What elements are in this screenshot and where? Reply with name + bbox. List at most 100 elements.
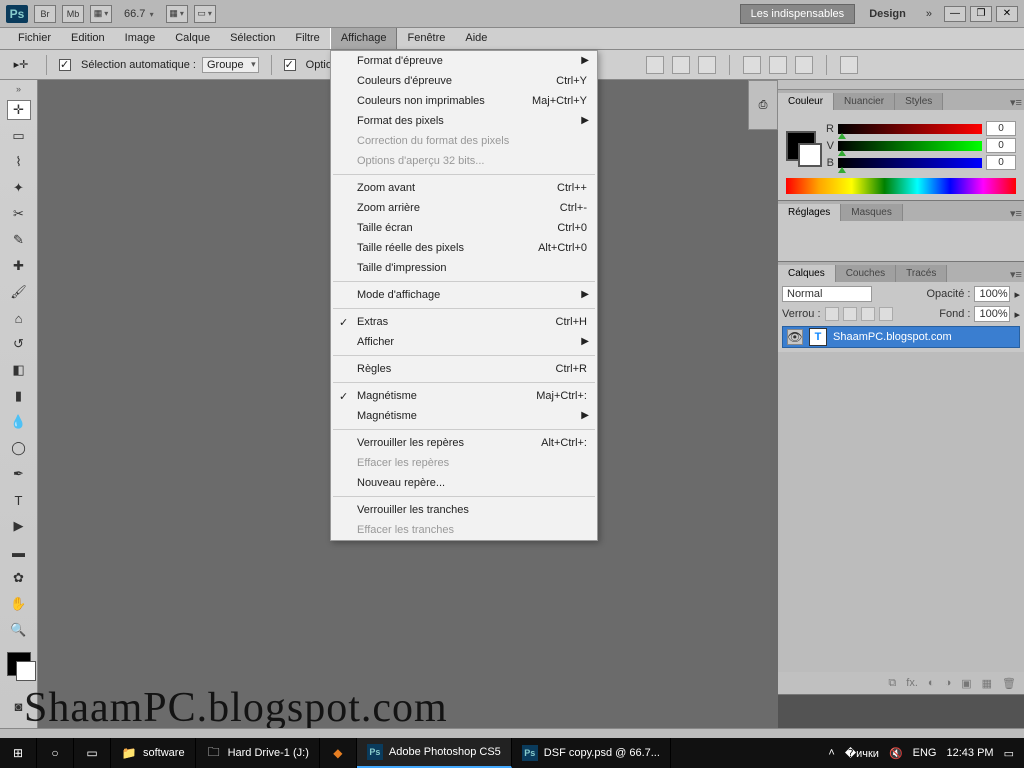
menuitem[interactable]: Format des pixels▶ bbox=[331, 111, 597, 131]
distribute-icon[interactable] bbox=[743, 56, 761, 74]
blur-tool[interactable]: 💧 bbox=[7, 412, 31, 432]
taskbar-item[interactable]: PsDSF copy.psd @ 66.7... bbox=[512, 738, 671, 768]
menuitem[interactable]: Taille d'impression bbox=[331, 258, 597, 278]
workspace-more-icon[interactable]: » bbox=[920, 8, 938, 20]
pen-tool[interactable]: ✒ bbox=[7, 464, 31, 484]
brush-tool[interactable]: 🖌 bbox=[7, 282, 31, 302]
layer-fx-icon[interactable]: fx. bbox=[906, 677, 918, 689]
tab-masques[interactable]: Masques bbox=[841, 204, 903, 221]
screen-mode-button[interactable]: ▭▾ bbox=[194, 5, 216, 23]
zoom-tool[interactable]: 🔍 bbox=[7, 620, 31, 640]
visibility-icon[interactable]: 👁 bbox=[787, 329, 803, 345]
foreground-background-swatch[interactable] bbox=[7, 652, 31, 676]
panel-menu-icon[interactable]: ▾≡ bbox=[1008, 205, 1024, 221]
auto-select-checkbox[interactable] bbox=[59, 59, 71, 71]
zoom-level[interactable]: 66.7 ▾ bbox=[118, 8, 160, 20]
auto-align-icon[interactable] bbox=[840, 56, 858, 74]
lock-position-icon[interactable] bbox=[861, 307, 875, 321]
opacity-input[interactable]: 100% bbox=[974, 286, 1010, 302]
menu-edition[interactable]: Edition bbox=[61, 28, 115, 49]
view-extras-button[interactable]: ▦▾ bbox=[166, 5, 188, 23]
photoshop-icon[interactable]: Ps bbox=[6, 5, 28, 23]
channel-value-input[interactable]: 0 bbox=[986, 138, 1016, 153]
menuitem[interactable]: Taille écranCtrl+0 bbox=[331, 218, 597, 238]
menu-affichage[interactable]: Affichage bbox=[330, 28, 398, 49]
menu-filtre[interactable]: Filtre bbox=[285, 28, 329, 49]
menuitem[interactable]: Taille réelle des pixelsAlt+Ctrl+0 bbox=[331, 238, 597, 258]
stamp-tool[interactable]: ⌂ bbox=[7, 308, 31, 328]
crop-tool[interactable]: ✂ bbox=[7, 204, 31, 224]
panel-menu-icon[interactable]: ▾≡ bbox=[1008, 266, 1024, 282]
auto-select-target[interactable]: Groupe bbox=[202, 57, 259, 73]
menuitem[interactable]: ✓MagnétismeMaj+Ctrl+: bbox=[331, 386, 597, 406]
clock[interactable]: 12:43 PM bbox=[947, 747, 994, 759]
menuitem[interactable]: RèglesCtrl+R bbox=[331, 359, 597, 379]
group-icon[interactable]: ▣ bbox=[961, 677, 971, 690]
layer-row[interactable]: 👁 T ShaamPC.blogspot.com bbox=[782, 326, 1020, 348]
wifi-icon[interactable]: �ички bbox=[845, 747, 879, 760]
restore-icon[interactable]: ❐ bbox=[970, 6, 992, 22]
workspace-essentials-button[interactable]: Les indispensables bbox=[740, 4, 856, 24]
layer-mask-icon[interactable]: ◐ bbox=[928, 677, 935, 689]
taskbar-item[interactable]: ◆ bbox=[320, 738, 357, 768]
lock-pixels-icon[interactable] bbox=[843, 307, 857, 321]
delete-layer-icon[interactable]: 🗑 bbox=[1002, 677, 1016, 690]
menuitem[interactable]: Format d'épreuve▶ bbox=[331, 51, 597, 71]
panel-menu-icon[interactable]: ▾≡ bbox=[1008, 94, 1024, 110]
language-indicator[interactable]: ENG bbox=[913, 747, 937, 759]
tab-styles[interactable]: Styles bbox=[895, 93, 943, 110]
color-slider[interactable] bbox=[838, 124, 982, 134]
adjustment-layer-icon[interactable]: ◑ bbox=[945, 677, 952, 689]
align-icon[interactable] bbox=[672, 56, 690, 74]
hue-ramp[interactable] bbox=[786, 178, 1016, 194]
healing-tool[interactable]: ✚ bbox=[7, 256, 31, 276]
marquee-tool[interactable]: ▭ bbox=[7, 126, 31, 146]
menu-calque[interactable]: Calque bbox=[165, 28, 220, 49]
new-layer-icon[interactable]: ▦ bbox=[982, 677, 992, 690]
blend-mode-select[interactable]: Normal bbox=[782, 286, 872, 302]
menuitem[interactable]: Couleurs d'épreuveCtrl+Y bbox=[331, 71, 597, 91]
eyedropper-tool[interactable]: ✎ bbox=[7, 230, 31, 250]
tab-couleur[interactable]: Couleur bbox=[778, 93, 834, 110]
color-slider[interactable] bbox=[838, 158, 982, 168]
type-tool[interactable]: T bbox=[7, 490, 31, 510]
minibridge-button[interactable]: Mb bbox=[62, 5, 84, 23]
tray-chevron-icon[interactable]: ˄ bbox=[828, 747, 834, 759]
tab-tracés[interactable]: Tracés bbox=[896, 265, 947, 282]
3d-tool[interactable]: ✿ bbox=[7, 568, 31, 588]
wand-tool[interactable]: ✦ bbox=[7, 178, 31, 198]
workspace-design-button[interactable]: Design bbox=[861, 8, 914, 20]
taskbar-item[interactable]: ▭ bbox=[74, 738, 111, 768]
dodge-tool[interactable]: ◯ bbox=[7, 438, 31, 458]
menuitem[interactable]: Nouveau repère... bbox=[331, 473, 597, 493]
align-icon[interactable] bbox=[698, 56, 716, 74]
channel-value-input[interactable]: 0 bbox=[986, 155, 1016, 170]
taskbar-item[interactable]: 📁software bbox=[111, 738, 196, 768]
color-slider[interactable] bbox=[838, 141, 982, 151]
align-icon[interactable] bbox=[646, 56, 664, 74]
distribute-icon[interactable] bbox=[769, 56, 787, 74]
menu-fenêtre[interactable]: Fenêtre bbox=[397, 28, 455, 49]
menuitem[interactable]: Zoom avantCtrl++ bbox=[331, 178, 597, 198]
menu-image[interactable]: Image bbox=[115, 28, 166, 49]
fill-flyout-icon[interactable]: ▸ bbox=[1014, 308, 1020, 321]
menuitem[interactable]: Couleurs non imprimablesMaj+Ctrl+Y bbox=[331, 91, 597, 111]
tab-nuancier[interactable]: Nuancier bbox=[834, 93, 895, 110]
menu-aide[interactable]: Aide bbox=[455, 28, 497, 49]
taskbar-item[interactable]: ⊞ bbox=[0, 738, 37, 768]
path-tool[interactable]: ▶ bbox=[7, 516, 31, 536]
lock-all-icon[interactable] bbox=[879, 307, 893, 321]
hand-tool[interactable]: ✋ bbox=[7, 594, 31, 614]
notifications-icon[interactable]: ▭ bbox=[1004, 747, 1014, 760]
menuitem[interactable]: ✓ExtrasCtrl+H bbox=[331, 312, 597, 332]
distribute-icon[interactable] bbox=[795, 56, 813, 74]
collapsed-dock-icon[interactable]: ⎙ bbox=[748, 80, 778, 130]
move-tool[interactable]: ✛ bbox=[7, 100, 31, 120]
link-layers-icon[interactable]: ⧉ bbox=[888, 677, 896, 690]
menuitem[interactable]: Magnétisme▶ bbox=[331, 406, 597, 426]
tab-réglages[interactable]: Réglages bbox=[778, 204, 841, 221]
taskbar-item[interactable]: PsAdobe Photoshop CS5 bbox=[357, 738, 512, 768]
tab-couches[interactable]: Couches bbox=[836, 265, 896, 282]
transform-controls-checkbox[interactable] bbox=[284, 59, 296, 71]
menuitem[interactable]: Verrouiller les repèresAlt+Ctrl+: bbox=[331, 433, 597, 453]
